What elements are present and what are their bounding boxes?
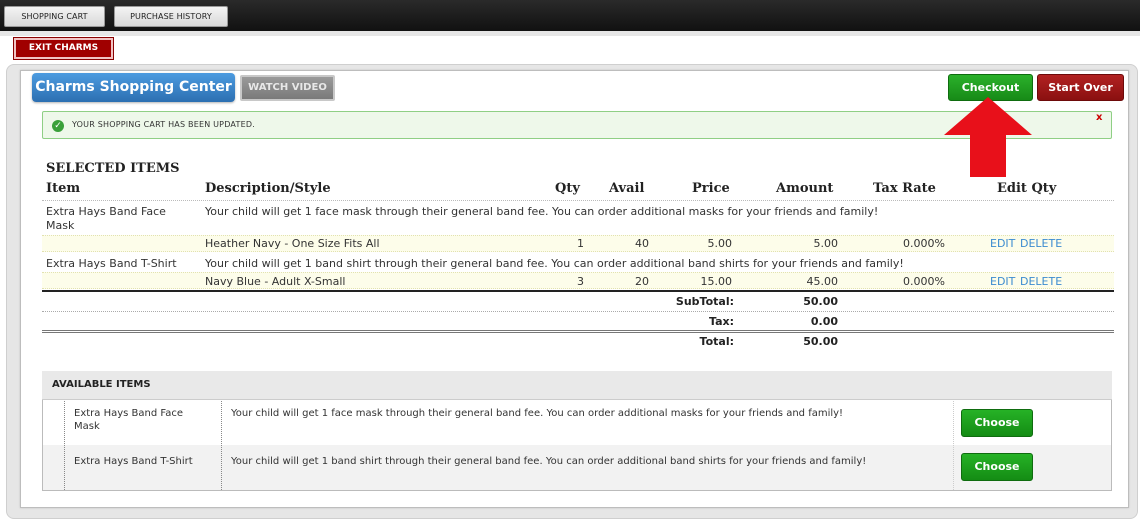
tax-value: 0.00 xyxy=(810,315,838,328)
available-items-header xyxy=(42,371,1112,400)
item-name-cont: Mask xyxy=(46,219,75,232)
total-label: Total: xyxy=(699,335,734,348)
available-item-name-cont: Mask xyxy=(74,421,100,432)
red-arrow-up-icon xyxy=(944,97,1032,177)
total-value: 50.00 xyxy=(803,335,838,348)
col-item: Item xyxy=(46,181,81,196)
item-style: Heather Navy - One Size Fits All xyxy=(205,237,380,250)
tax-label: Tax: xyxy=(708,315,734,328)
selected-items-heading: SELECTED ITEMS xyxy=(46,161,180,176)
item-amount: 5.00 xyxy=(813,237,839,250)
divider xyxy=(221,401,222,490)
available-item-name: Extra Hays Band T-Shirt xyxy=(74,456,193,467)
col-tax-rate: Tax Rate xyxy=(873,181,936,196)
item-style: Navy Blue - Adult X-Small xyxy=(205,275,346,288)
available-items-heading: AVAILABLE ITEMS xyxy=(52,379,151,390)
col-amount: Amount xyxy=(776,181,834,196)
item-description: Your child will get 1 band shirt through… xyxy=(205,257,904,270)
page-title: Charms Shopping Center xyxy=(32,73,235,102)
item-avail: 20 xyxy=(635,275,649,288)
list-item xyxy=(43,445,1111,490)
totals-divider xyxy=(42,290,1114,292)
choose-button[interactable]: Choose xyxy=(961,409,1033,437)
choose-button[interactable]: Choose xyxy=(961,453,1033,481)
watch-video-button[interactable]: WATCH VIDEO xyxy=(240,75,335,101)
delete-link[interactable]: DELETE xyxy=(1020,275,1062,288)
item-tax-rate: 0.000% xyxy=(903,237,945,250)
check-circle-icon: ✓ xyxy=(52,120,64,132)
purchase-history-tab[interactable]: PURCHASE HISTORY xyxy=(114,6,228,27)
shopping-cart-tab[interactable]: SHOPPING CART xyxy=(4,6,105,27)
edit-link[interactable]: EDIT xyxy=(990,237,1015,250)
header-divider xyxy=(42,200,1114,201)
nav-underline xyxy=(0,31,1140,36)
col-edit-qty: Edit Qty xyxy=(997,181,1057,196)
alert-message: YOUR SHOPPING CART HAS BEEN UPDATED. xyxy=(72,120,255,129)
divider xyxy=(953,401,954,490)
delete-link[interactable]: DELETE xyxy=(1020,237,1062,250)
row-divider xyxy=(42,311,1114,312)
close-icon[interactable]: x xyxy=(1096,112,1102,123)
edit-link[interactable]: EDIT xyxy=(990,275,1015,288)
item-name: Extra Hays Band T-Shirt xyxy=(46,257,177,270)
item-tax-rate: 0.000% xyxy=(903,275,945,288)
item-qty: 1 xyxy=(577,237,584,250)
col-description: Description/Style xyxy=(205,181,331,196)
available-item-description: Your child will get 1 face mask through … xyxy=(231,408,844,419)
divider xyxy=(64,401,65,490)
available-item-name: Extra Hays Band Face xyxy=(74,408,183,419)
col-avail: Avail xyxy=(609,181,645,196)
exit-charms-button[interactable]: EXIT CHARMS xyxy=(14,38,113,59)
item-description: Your child will get 1 face mask through … xyxy=(205,205,879,218)
col-price: Price xyxy=(692,181,730,196)
col-qty: Qty xyxy=(555,181,580,196)
subtotal-label: SubTotal: xyxy=(675,295,734,308)
total-divider xyxy=(42,330,1114,333)
item-avail: 40 xyxy=(635,237,649,250)
item-price: 5.00 xyxy=(707,237,733,250)
item-name: Extra Hays Band Face xyxy=(46,205,166,218)
item-amount: 45.00 xyxy=(806,275,839,288)
item-price: 15.00 xyxy=(700,275,733,288)
available-item-description: Your child will get 1 band shirt through… xyxy=(231,456,867,467)
start-over-button[interactable]: Start Over xyxy=(1037,74,1124,101)
subtotal-value: 50.00 xyxy=(803,295,838,308)
item-qty: 3 xyxy=(577,275,584,288)
